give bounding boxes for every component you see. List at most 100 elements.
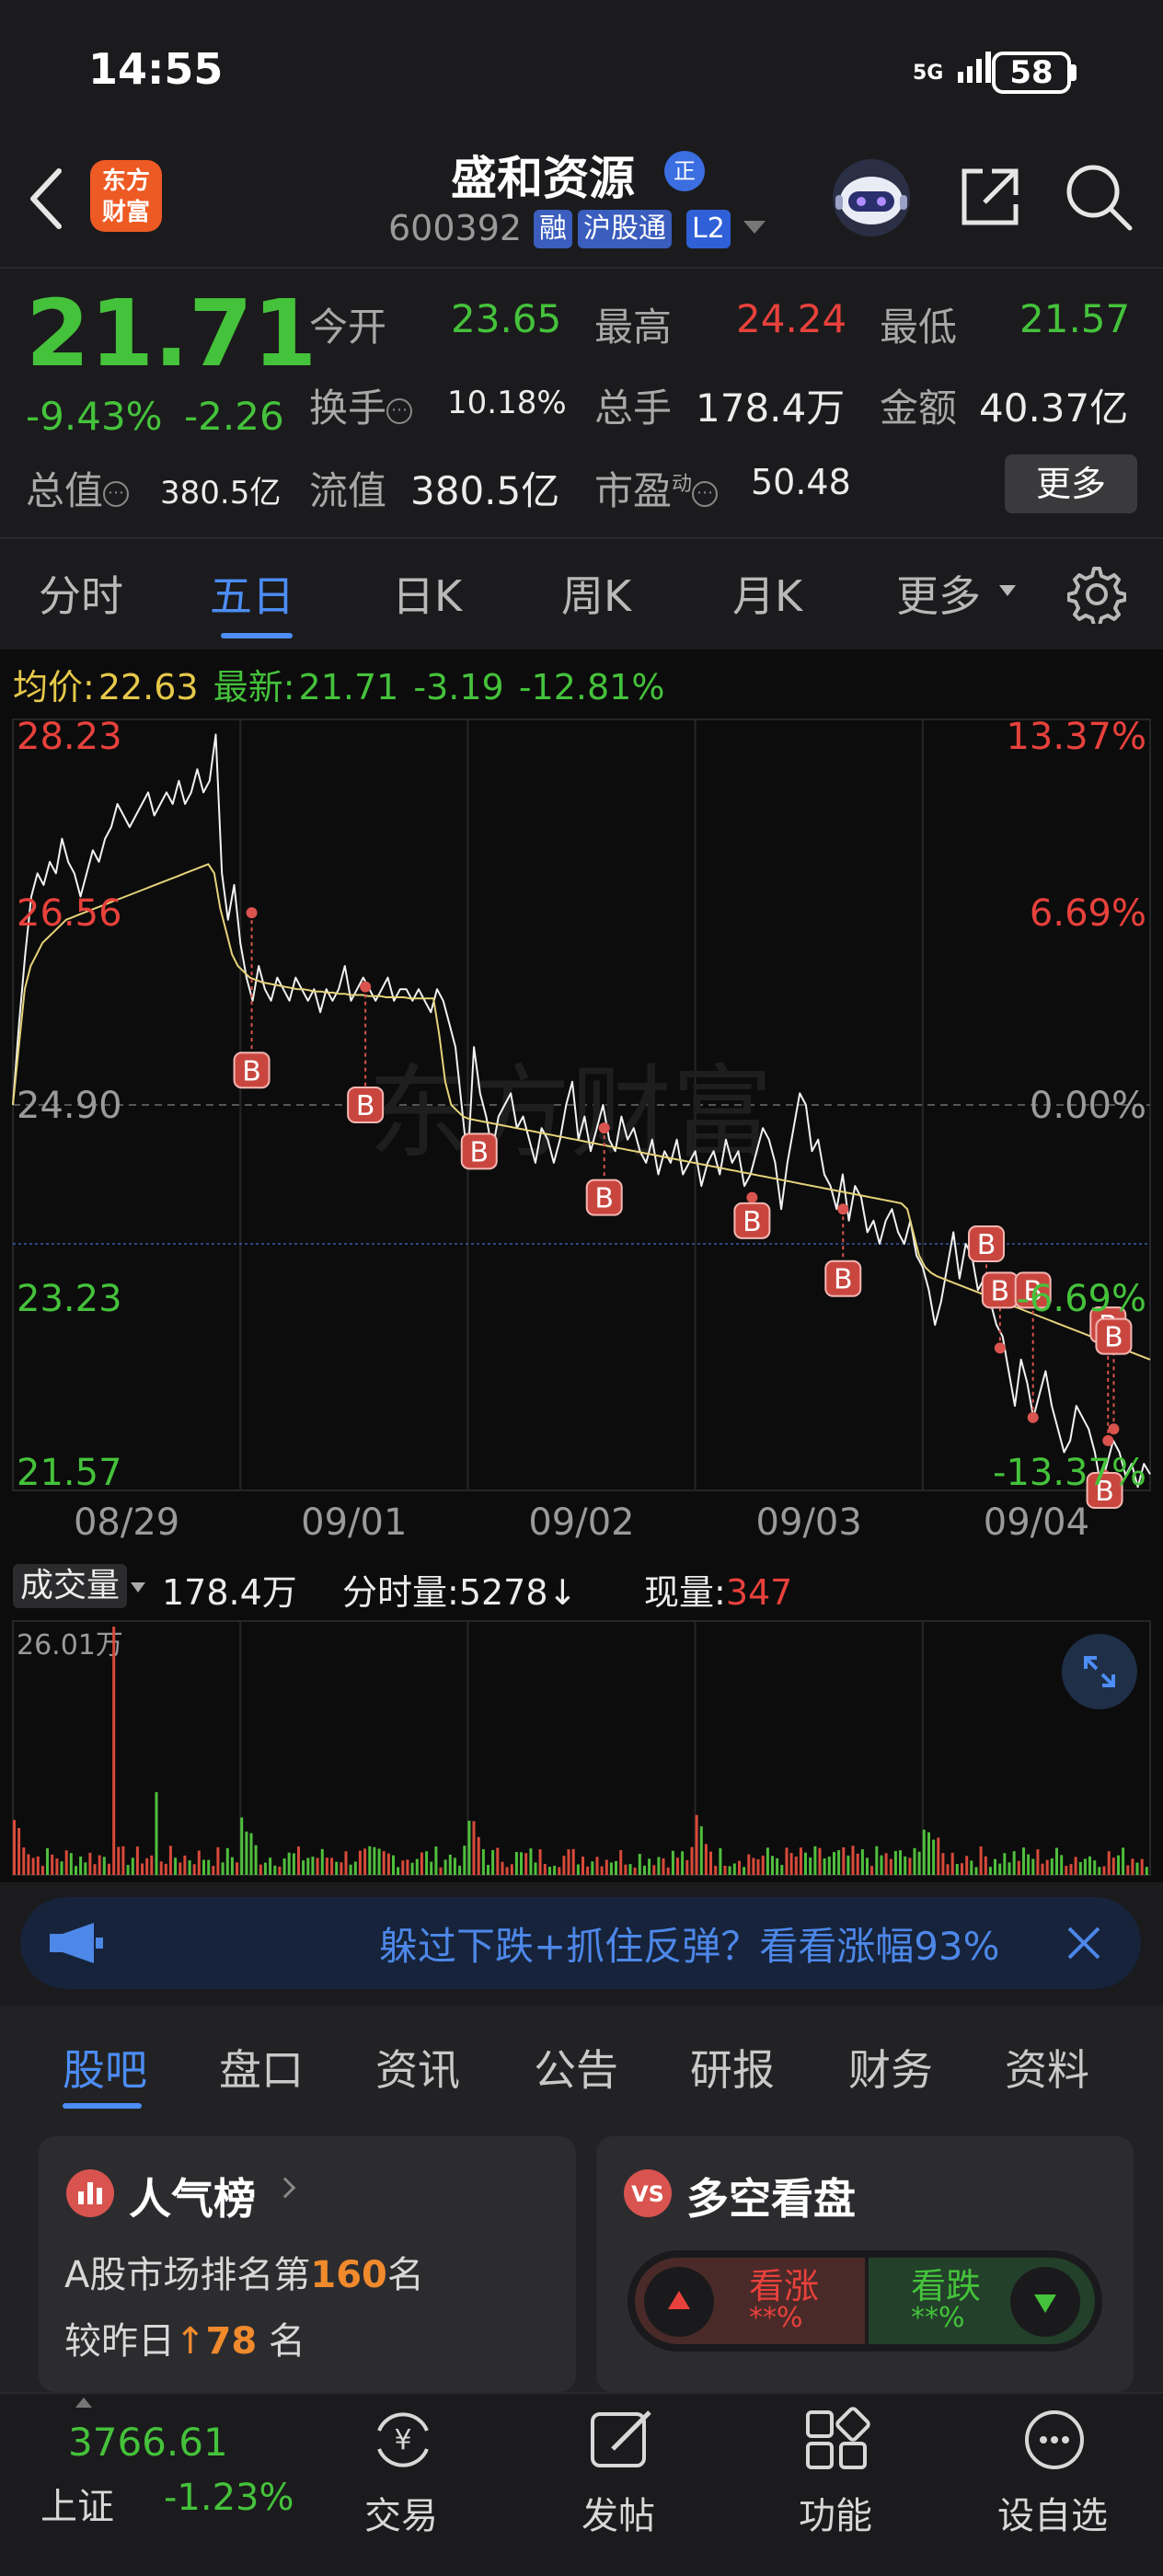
vote-bull-button[interactable] [644,2267,714,2337]
volume-bar [40,1866,44,1875]
y-tick-left: 26.56 [17,892,122,935]
volume-bar [662,1858,665,1875]
volume-bar [866,1857,869,1875]
volume-bar [529,1848,533,1875]
popularity-title[interactable]: 人气榜 [129,2166,256,2226]
volume-bar [543,1864,547,1875]
x-tick-label: 09/02 [528,1501,634,1544]
volume-bar [358,1850,362,1875]
expand-icon [1084,1656,1115,1687]
volume-bar [609,1862,613,1875]
active-section-indicator [63,2103,142,2109]
volume-bar [904,1856,907,1875]
gear-icon[interactable] [1067,565,1126,624]
tag-l2[interactable]: L2 [686,210,731,248]
bear-label: 看跌 [911,2266,982,2306]
volume-bar [225,1847,229,1875]
volume-bar [1107,1851,1111,1875]
edit-icon[interactable] [585,2403,659,2477]
close-icon[interactable] [1064,1923,1104,1963]
volume-bar [320,1848,324,1875]
chevron-down-icon[interactable] [131,1582,145,1593]
nav-trade[interactable]: 交易 [364,2486,438,2539]
volume-bar [846,1855,850,1875]
trade-icon[interactable]: ¥ [366,2403,440,2477]
tab-guba[interactable]: 股吧 [63,2037,147,2098]
triangle-down-icon [1034,2294,1056,2313]
chevron-down-icon[interactable] [743,221,766,234]
tab-daily-k[interactable]: 日K [392,563,462,624]
buy-marker-dot [746,1191,758,1203]
five-day-chart[interactable]: 东方财富 BBBBBBBBBBBB 28.2326.5624.9023.2321… [0,708,1163,1546]
volume-bar [1036,1849,1040,1875]
nav-functions[interactable]: 功能 [799,2486,872,2539]
index-change[interactable]: -1.23% [164,2477,294,2519]
search-icon[interactable] [1062,160,1135,234]
volume-bar [704,1844,708,1875]
more-quote-button[interactable]: 更多 [1005,454,1137,513]
volume-bar [856,1853,859,1875]
info-dots-icon[interactable]: ⋯ [386,397,413,424]
volume-chart[interactable]: 26.01万 [0,1619,1163,1877]
index-value[interactable]: 3766.61 [68,2420,228,2465]
stock-code: 600392 [388,208,523,248]
volume-bar [325,1857,328,1875]
volume-bar [743,1867,746,1875]
nav-add-watchlist[interactable]: 设自选 [997,2486,1108,2539]
stock-name[interactable]: 盛和资源 [451,142,635,208]
tab-profile[interactable]: 资料 [1005,2037,1089,2098]
tab-5day[interactable]: 五日 [210,563,294,624]
volume-bar [524,1853,528,1875]
watchlist-add-icon[interactable] [1018,2403,1091,2477]
tab-weekly-k[interactable]: 周K [561,563,631,624]
last-price: 21.71 [26,280,317,387]
volume-bar [425,1851,429,1875]
vote-bear-button[interactable] [1010,2267,1080,2337]
volume-bar [183,1855,187,1875]
info-dots-icon[interactable]: ⋯ [103,480,130,507]
nav-post[interactable]: 发帖 [582,2486,655,2539]
volume-bar [809,1857,812,1875]
tab-announcements[interactable]: 公告 [534,2037,618,2098]
volume-bar [510,1864,513,1875]
volume-bar [747,1854,751,1875]
mktcap-label-text: 总值 [26,468,104,513]
volume-bar [448,1854,452,1875]
expand-chart-button[interactable] [1062,1634,1137,1709]
tab-news[interactable]: 资讯 [375,2037,460,2098]
volume-indicator-select[interactable]: 成交量 [13,1564,128,1608]
apps-icon[interactable] [800,2403,874,2477]
battery-nub [1071,64,1077,81]
tab-research[interactable]: 研报 [690,2037,775,2098]
chevron-down-icon[interactable] [999,585,1016,596]
info-dots-icon[interactable]: ⋯ [692,480,719,507]
volume-bar [463,1846,466,1875]
tab-orderbook[interactable]: 盘口 [219,2037,304,2098]
volume-bar [292,1853,295,1875]
current-volume-value: 347 [725,1572,793,1613]
volume-bar [899,1850,902,1875]
share-icon[interactable] [955,162,1025,232]
bull-label: 看涨 [749,2266,820,2306]
banner-text[interactable]: 躲过下跌+抓住反弹？看看涨幅93% [379,1915,1029,1972]
volume-bar [794,1857,798,1875]
index-name[interactable]: 上证 [40,2477,114,2530]
tab-intraday[interactable]: 分时 [39,563,123,624]
chevron-up-icon[interactable] [75,2398,92,2408]
volume-bar [1126,1865,1130,1875]
network-indicator: 5G [913,48,998,85]
tab-monthly-k[interactable]: 月K [732,563,802,624]
volume-bar [491,1850,495,1875]
tab-financials[interactable]: 财务 [848,2037,933,2098]
tab-more[interactable]: 更多 [896,563,981,624]
volume-bar [79,1857,83,1875]
volume-bar [685,1859,689,1875]
volume-bar [965,1856,969,1875]
volume-bar [297,1846,300,1875]
back-icon[interactable] [26,166,66,232]
status-time: 14:55 [88,44,224,94]
volume-bar [553,1866,557,1875]
robot-assistant-icon[interactable] [830,156,913,239]
header-divider [0,267,1163,269]
buy-marker-dot [1108,1423,1120,1435]
